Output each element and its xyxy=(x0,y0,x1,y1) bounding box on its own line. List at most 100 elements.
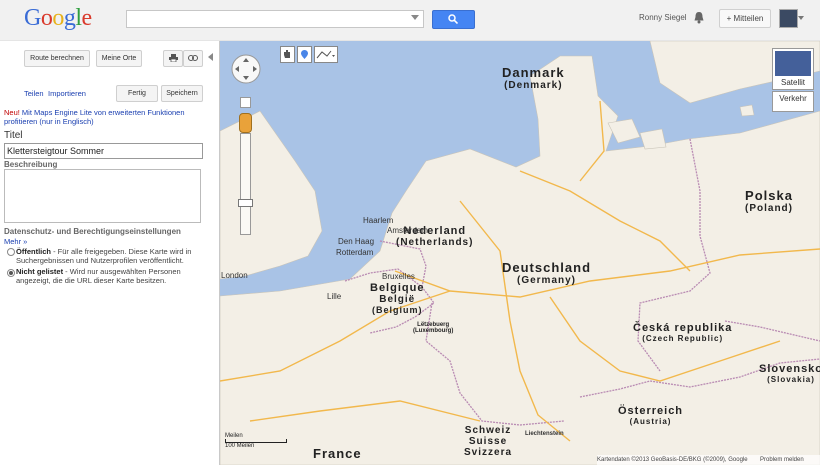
map-attribution: Kartendaten ©2013 GeoBasis-DE/BKG (©2009… xyxy=(597,457,748,463)
top-bar: Google Ronny Siegel + Mitteilen xyxy=(0,0,820,41)
germany-sub: (Germany) xyxy=(517,275,577,286)
country-poland: Polska (Poland) xyxy=(745,188,793,214)
austria-name: Österreich xyxy=(618,405,684,417)
belgium-name: Belgique xyxy=(370,282,425,294)
country-luxembourg: Lëtzebuerg (Luxembourg) xyxy=(413,322,453,334)
germany-name: Deutschland xyxy=(502,260,592,275)
privacy-label: Datenschutz- und Berechtigungseinstellun… xyxy=(4,227,181,236)
country-czech: Česká republika (Czech Republic) xyxy=(633,322,732,343)
search-input[interactable] xyxy=(126,10,424,28)
czech-sub: (Czech Republic) xyxy=(642,334,724,343)
hand-tool-button[interactable] xyxy=(280,46,295,63)
line-icon xyxy=(316,50,335,59)
link-icon xyxy=(188,55,198,61)
avatar[interactable] xyxy=(779,9,798,28)
country-switzerland: Schweiz Suisse Svizzera xyxy=(464,425,512,458)
zoom-slider-handle[interactable] xyxy=(238,199,253,207)
search-button[interactable] xyxy=(432,10,475,29)
scale-bottom: 100 Meilen xyxy=(225,443,255,449)
share-button[interactable]: + Mitteilen xyxy=(719,9,771,28)
search-icon xyxy=(448,14,458,24)
link-button[interactable] xyxy=(183,50,203,67)
description-textarea[interactable] xyxy=(4,169,201,223)
user-name[interactable]: Ronny Siegel xyxy=(639,13,687,22)
zoom-in-button[interactable] xyxy=(240,97,251,108)
hand-icon xyxy=(284,50,290,58)
switzerland-name: Schweiz xyxy=(464,425,512,436)
print-button[interactable] xyxy=(163,50,183,67)
city-lille: Lille xyxy=(327,292,342,301)
maps-engine-notice[interactable]: Neu! Mit Maps Engine Lite von erweiterte… xyxy=(4,108,199,126)
notification-bell-icon[interactable] xyxy=(693,11,705,24)
denmark-sub: (Denmark) xyxy=(504,80,563,91)
belgium-sub: (Belgium) xyxy=(371,305,423,315)
poland-name: Polska xyxy=(745,188,793,203)
my-places-button[interactable]: Meine Orte xyxy=(96,50,142,67)
print-icon xyxy=(168,54,178,63)
satellite-button[interactable]: Satellit xyxy=(772,48,814,90)
unlisted-radio[interactable] xyxy=(7,269,15,277)
more-link[interactable]: Mehr » xyxy=(4,237,27,246)
pan-control[interactable] xyxy=(230,53,262,85)
czech-name: Česká republika xyxy=(633,322,733,334)
map-footer: Kartendaten ©2013 GeoBasis-DE/BKG (©2009… xyxy=(597,455,820,465)
slovakia-name: Slovensko xyxy=(759,363,820,375)
country-denmark: Danmark (Denmark) xyxy=(502,65,565,91)
title-input[interactable]: Klettersteigtour Sommer xyxy=(4,143,203,159)
slovakia-sub: (Slovakia) xyxy=(767,375,815,384)
poland-sub: (Poland) xyxy=(745,203,793,214)
google-logo[interactable]: Google xyxy=(24,5,92,32)
chevron-down-icon[interactable] xyxy=(798,16,804,20)
map-canvas[interactable]: Satellit Verkehr Danmark (Denmark) Nederl… xyxy=(220,41,820,465)
country-slovakia: Slovensko (Slovakia) xyxy=(759,363,820,384)
unlisted-option-text: Nicht gelistet - Wird nur ausgewählten P… xyxy=(16,267,202,285)
country-germany: Deutschland (Germany) xyxy=(502,260,591,286)
luxembourg-sub: (Luxembourg) xyxy=(413,328,454,334)
save-button[interactable]: Speichern xyxy=(161,85,203,102)
report-problem-link[interactable]: Problem melden xyxy=(760,455,804,465)
city-den-haag: Den Haag xyxy=(338,237,375,246)
city-haarlem: Haarlem xyxy=(363,216,394,225)
collapse-panel-icon[interactable] xyxy=(208,53,213,61)
country-austria: Österreich (Austria) xyxy=(618,405,683,426)
placemark-icon xyxy=(301,50,308,59)
switzerland-name-2: Suisse xyxy=(468,436,508,447)
title-label: Titel xyxy=(4,130,23,141)
scale-bar: Meilen 100 Meilen xyxy=(225,433,287,449)
austria-sub: (Austria) xyxy=(629,417,672,426)
zoom-slider[interactable] xyxy=(240,133,251,235)
left-panel: Route berechnen Meine Orte Teilen Import… xyxy=(0,41,220,465)
switzerland-name-3: Svizzera xyxy=(464,447,513,458)
route-button[interactable]: Route berechnen xyxy=(24,50,90,67)
country-france: France xyxy=(313,446,362,461)
country-belgium: Belgique België (Belgium) xyxy=(370,282,424,315)
notice-new-label: Neu! xyxy=(4,108,20,117)
city-rotterdam: Rotterdam xyxy=(336,248,374,257)
public-radio[interactable] xyxy=(7,248,15,256)
public-option-text: Öffentlich - Für alle freigegeben. Diese… xyxy=(16,247,202,265)
satellite-label: Satellit xyxy=(780,78,805,87)
placemark-tool-button[interactable] xyxy=(297,46,312,63)
search-dropdown-icon[interactable] xyxy=(411,15,419,20)
traffic-button[interactable]: Verkehr xyxy=(772,91,814,112)
denmark-name: Danmark xyxy=(502,65,565,80)
done-button[interactable]: Fertig xyxy=(116,85,158,102)
city-bruxelles: Bruxelles xyxy=(382,272,415,281)
notice-text: Mit Maps Engine Lite von erweiterten Fun… xyxy=(4,108,185,126)
netherlands-sub: (Netherlands) xyxy=(396,237,474,248)
pegman-icon[interactable] xyxy=(239,113,252,133)
description-label: Beschreibung xyxy=(4,160,58,169)
import-link[interactable]: Importieren xyxy=(48,89,86,98)
belgium-name-2: België xyxy=(379,294,416,305)
share-link[interactable]: Teilen xyxy=(24,89,44,98)
satellite-thumbnail xyxy=(775,51,811,76)
public-option-title: Öffentlich xyxy=(16,247,51,256)
line-tool-button[interactable] xyxy=(314,46,338,63)
country-liechtenstein: Liechtenstein xyxy=(525,431,564,437)
traffic-label: Verkehr xyxy=(779,94,807,103)
city-london: London xyxy=(221,271,248,280)
france-name: France xyxy=(313,446,362,461)
map-land-svg xyxy=(220,41,820,465)
unlisted-option-title: Nicht gelistet xyxy=(16,267,64,276)
city-amsterdam: Amsterdam xyxy=(387,226,428,235)
